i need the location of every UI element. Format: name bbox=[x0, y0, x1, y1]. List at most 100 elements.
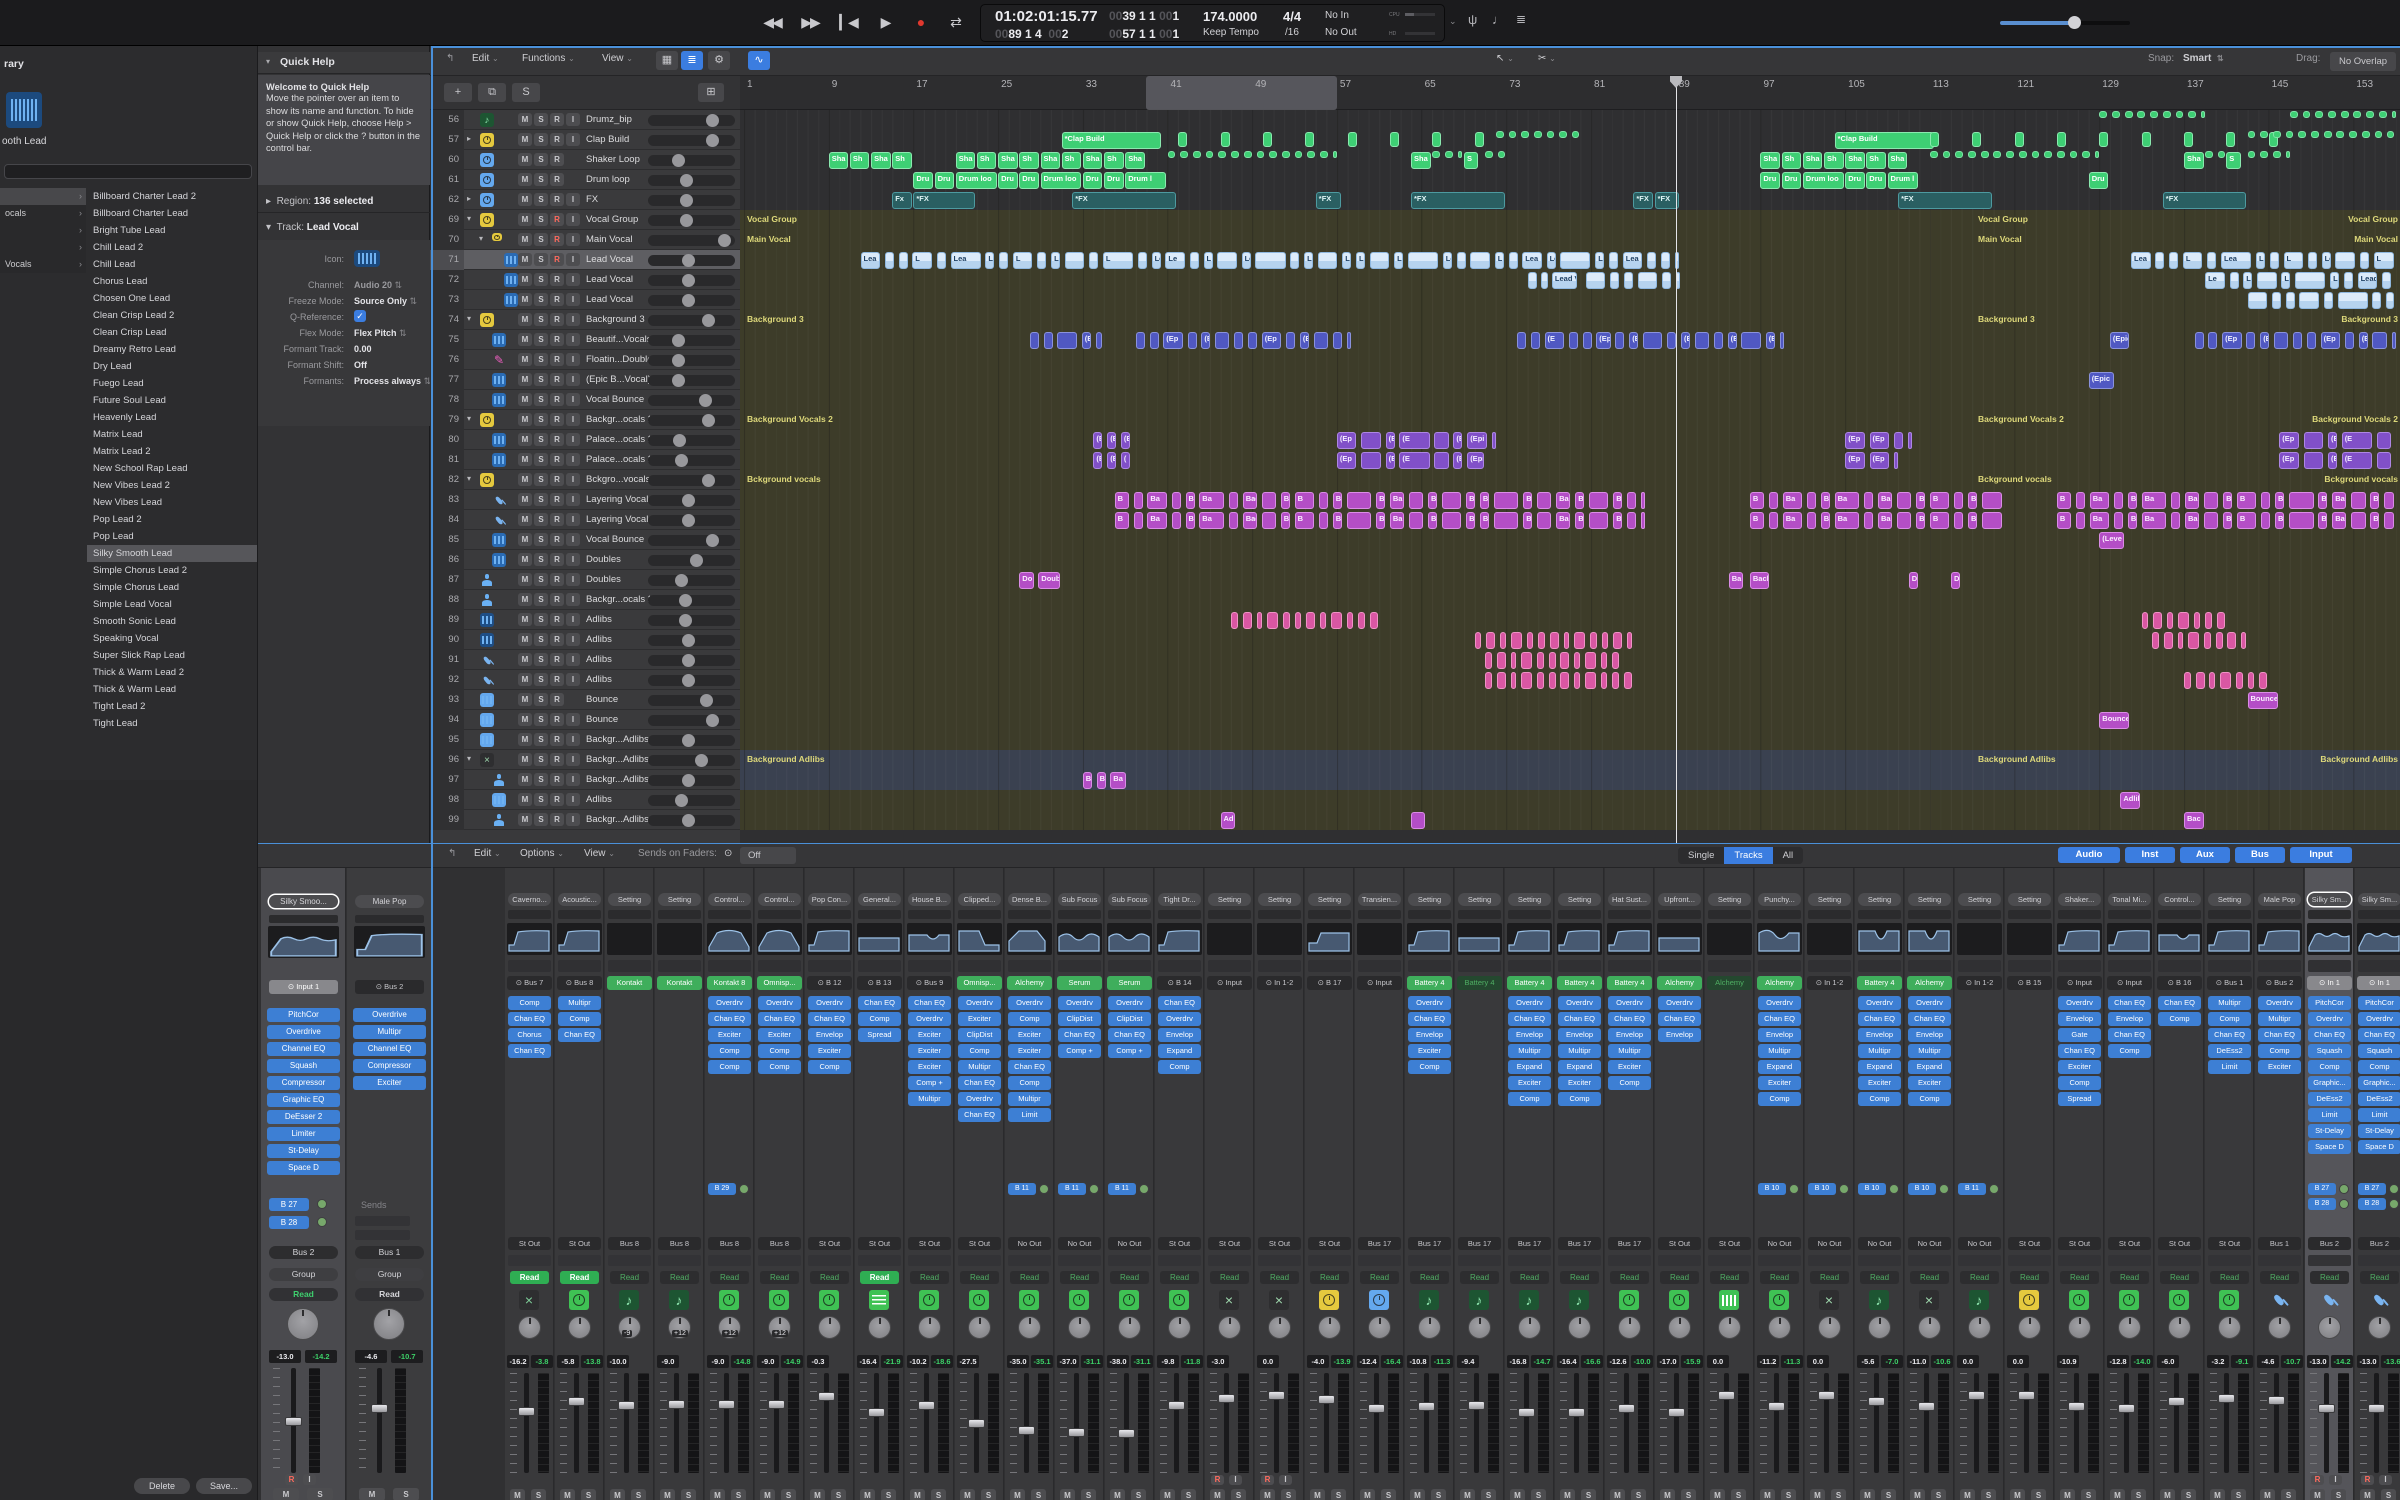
send-slot[interactable]: B 27 bbox=[269, 1198, 309, 1211]
region[interactable] bbox=[1347, 332, 1351, 349]
mixer-back-icon[interactable]: ↰ bbox=[448, 848, 456, 859]
audio-fx-slot[interactable]: Envelop bbox=[1408, 1028, 1451, 1042]
solo-button[interactable]: S bbox=[1581, 1489, 1596, 1500]
region[interactable] bbox=[2324, 292, 2333, 309]
solo-button[interactable]: S bbox=[534, 293, 548, 306]
region[interactable]: L bbox=[2183, 252, 2203, 269]
record-enable-button[interactable]: R bbox=[550, 353, 564, 366]
region[interactable]: S bbox=[1464, 152, 1478, 169]
track-name[interactable]: Backgr...Adlibs bbox=[586, 730, 650, 750]
input-monitor-button[interactable]: I bbox=[566, 753, 580, 766]
region[interactable]: (Ep bbox=[2279, 452, 2299, 469]
input-monitor-button[interactable]: I bbox=[566, 433, 580, 446]
library-preset[interactable]: Bright Tube Lead bbox=[87, 222, 257, 239]
audio-fx-slot[interactable]: Overdrv bbox=[1858, 996, 1901, 1010]
delete-button[interactable]: Delete bbox=[134, 1478, 190, 1494]
channel-setting-button[interactable]: Setting bbox=[2008, 893, 2051, 906]
audio-fx-slot[interactable]: Spread bbox=[2058, 1092, 2101, 1106]
region[interactable] bbox=[1549, 652, 1556, 669]
mixer-strip[interactable]: Upfront...AlchemyOverdrvChan EQEnvelopSt… bbox=[1655, 868, 1704, 1500]
audio-fx-slot[interactable]: Multipr bbox=[2258, 1012, 2301, 1026]
region[interactable] bbox=[1769, 492, 1778, 509]
automation-mode[interactable]: Read bbox=[2060, 1271, 2099, 1284]
volume-db-value[interactable]: -9.0 bbox=[657, 1355, 679, 1368]
region[interactable]: B bbox=[1480, 492, 1489, 509]
group-slot[interactable] bbox=[1408, 1255, 1451, 1266]
track-zoom-icon[interactable]: ⊞ bbox=[698, 83, 724, 102]
region[interactable] bbox=[1037, 252, 1046, 269]
audio-fx-slot[interactable]: Channel EQ bbox=[267, 1042, 340, 1056]
region[interactable] bbox=[2260, 131, 2268, 138]
midi-transform-icon[interactable]: ∿ bbox=[748, 51, 770, 70]
region[interactable] bbox=[1475, 132, 1484, 147]
audio-fx-slot[interactable]: Chan EQ bbox=[1508, 1012, 1551, 1026]
region[interactable]: (Ep bbox=[1386, 432, 1395, 449]
region[interactable] bbox=[1089, 252, 1098, 269]
library-search-input[interactable] bbox=[4, 164, 252, 179]
track-volume-knob[interactable] bbox=[682, 254, 695, 267]
region[interactable] bbox=[1319, 512, 1328, 529]
fader-knob[interactable] bbox=[768, 1400, 785, 1409]
region[interactable] bbox=[1290, 252, 1299, 269]
region[interactable] bbox=[2372, 332, 2386, 349]
solo-button[interactable]: S bbox=[534, 433, 548, 446]
mixer-strip[interactable]: Setting⊙ Bus 1MultiprCompChan EQDeEss2Li… bbox=[2205, 868, 2254, 1500]
region[interactable]: (Epi bbox=[1467, 432, 1487, 449]
region[interactable] bbox=[1390, 132, 1399, 147]
input-slot[interactable]: ⊙ Bus 2 bbox=[2257, 976, 2302, 990]
region[interactable]: Bac bbox=[2184, 812, 2204, 829]
volume-db-value[interactable]: -12.8 bbox=[2107, 1355, 2129, 1368]
eq-thumbnail[interactable] bbox=[1907, 923, 1952, 955]
stepper-icon[interactable]: ⇅ bbox=[392, 280, 402, 290]
mute-button[interactable]: M bbox=[560, 1489, 575, 1500]
lcd-menu-chevron[interactable]: ⌄ bbox=[1449, 16, 1457, 27]
audio-fx-slot[interactable]: Chan EQ bbox=[908, 996, 951, 1010]
track-name[interactable]: Background 3 bbox=[586, 310, 650, 330]
track-name[interactable]: Backgr...ocals 2 bbox=[586, 590, 650, 610]
region[interactable] bbox=[1930, 151, 1938, 158]
region[interactable] bbox=[2293, 332, 2302, 349]
channel-setting-button[interactable]: Setting bbox=[1808, 893, 1851, 906]
audio-fx-slot[interactable]: Expand bbox=[1908, 1060, 1951, 1074]
disclosure-expanded-icon[interactable]: ▾ bbox=[467, 474, 471, 483]
output-slot[interactable]: Bus 17 bbox=[1608, 1237, 1651, 1250]
track-volume-slider[interactable] bbox=[648, 815, 735, 826]
region[interactable] bbox=[885, 252, 894, 269]
pan-knob[interactable] bbox=[1968, 1316, 1991, 1339]
fader-knob[interactable] bbox=[618, 1401, 635, 1410]
region[interactable]: (Ep bbox=[1107, 432, 1116, 449]
region[interactable] bbox=[1320, 151, 1328, 158]
input-slot[interactable]: ⊙ Input bbox=[2107, 976, 2152, 990]
audio-fx-slot[interactable]: Exciter bbox=[1558, 1076, 1601, 1090]
fader-knob[interactable] bbox=[1818, 1391, 1835, 1400]
library-preset[interactable]: Tight Lead 2 bbox=[87, 698, 257, 715]
mute-button[interactable]: M bbox=[518, 333, 532, 346]
region[interactable] bbox=[1215, 332, 1229, 349]
region[interactable] bbox=[2286, 151, 2290, 158]
pan-knob[interactable] bbox=[1368, 1316, 1391, 1339]
fader-knob[interactable] bbox=[1168, 1401, 1185, 1410]
pan-knob[interactable] bbox=[1168, 1316, 1191, 1339]
automation-mode[interactable]: Read bbox=[1710, 1271, 1749, 1284]
output-slot[interactable]: Bus 8 bbox=[658, 1237, 701, 1250]
group-slot[interactable] bbox=[608, 1255, 651, 1266]
pan-knob[interactable] bbox=[818, 1316, 841, 1339]
group-slot[interactable] bbox=[2208, 1255, 2251, 1266]
region[interactable]: Dru bbox=[1760, 172, 1780, 189]
channel-setting-button[interactable]: Setting bbox=[1958, 893, 2001, 906]
region[interactable]: Drum loo bbox=[1041, 172, 1082, 189]
mute-button[interactable]: M bbox=[660, 1489, 675, 1500]
automation-mode[interactable]: Read bbox=[1310, 1271, 1349, 1284]
region[interactable]: (E bbox=[1121, 432, 1130, 449]
input-monitor-button[interactable]: I bbox=[566, 733, 580, 746]
channel-setting-button[interactable]: Setting bbox=[1508, 893, 1551, 906]
audio-fx-slot[interactable]: Chan EQ bbox=[1908, 1012, 1951, 1026]
region[interactable]: Bac bbox=[1428, 492, 1437, 509]
audio-fx-slot[interactable]: DeEss2 bbox=[2208, 1044, 2251, 1058]
volume-db-value[interactable]: -13.0 bbox=[269, 1350, 301, 1363]
region[interactable]: Sha bbox=[1803, 152, 1823, 169]
region[interactable] bbox=[1585, 672, 1596, 689]
solo-button[interactable]: S bbox=[1931, 1489, 1946, 1500]
region[interactable] bbox=[1494, 492, 1519, 509]
region[interactable] bbox=[2167, 612, 2173, 629]
